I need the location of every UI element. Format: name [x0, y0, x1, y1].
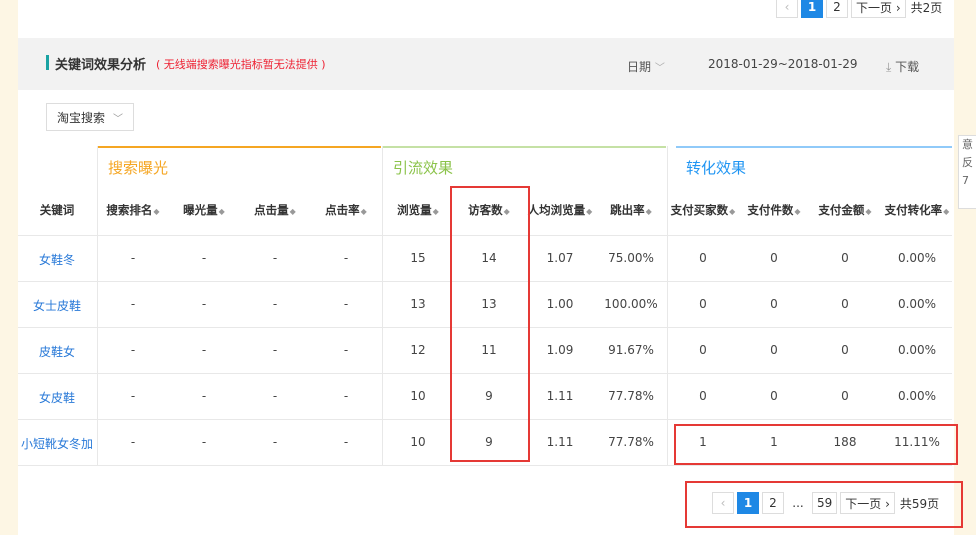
source-select[interactable]: 淘宝搜索 ﹀: [46, 103, 134, 131]
table-cell-pay-conversion: 0.00%: [897, 251, 937, 265]
column-header-label: 支付转化率: [884, 203, 943, 217]
table-cell-pay-conversion: 0.00%: [897, 389, 937, 403]
chevron-down-icon: ﹀: [654, 63, 665, 74]
pager-prev-button[interactable]: ‹: [712, 492, 734, 514]
pager-page-59[interactable]: 59: [812, 492, 838, 514]
top-pager: ‹ 1 2 下一页 › 共2页: [776, 0, 942, 18]
column-header-label: 关键词: [39, 203, 75, 217]
column-header-label: 跳出率: [610, 203, 645, 217]
column-header-pay-conversion[interactable]: 支付转化率◆: [872, 202, 962, 218]
group-traffic: 引流效果: [383, 146, 666, 186]
side-tab-text-2: 反: [962, 156, 973, 169]
chevron-down-icon: ﹀: [113, 113, 124, 125]
group-label: 搜索曝光: [108, 158, 169, 177]
sort-icon[interactable]: ◆: [219, 207, 225, 216]
source-select-value: 淘宝搜索: [57, 110, 106, 125]
sort-icon[interactable]: ◆: [646, 207, 652, 216]
download-label: 下载: [895, 60, 920, 74]
pager-page-1[interactable]: 1: [737, 492, 759, 514]
date-range-text: 2018-01-29~2018-01-29: [708, 57, 858, 71]
column-header-label: 点击量: [254, 203, 289, 217]
side-tab-text-3: 7: [962, 174, 969, 187]
table-cell-pay-conversion: 0.00%: [897, 343, 937, 357]
section-title: 关键词效果分析: [55, 58, 147, 73]
column-header-label: 浏览量: [397, 203, 432, 217]
pager-total: 共59页: [899, 496, 940, 511]
sort-icon[interactable]: ◆: [865, 207, 871, 216]
pager-next-button[interactable]: 下一页 ›: [840, 492, 895, 514]
top-pager-page-1[interactable]: 1: [801, 0, 823, 18]
bottom-pager: ‹ 1 2 ... 59 下一页 › 共59页: [712, 492, 939, 514]
sort-icon[interactable]: ◆: [290, 207, 296, 216]
table-divider: [18, 465, 952, 466]
section-note: ( 无线端搜索曝光指标暂无法提供 ): [156, 58, 326, 71]
title-accent-bar: [46, 55, 49, 70]
sort-icon[interactable]: ◆: [433, 207, 439, 216]
side-feedback-tab[interactable]: 意 反 7: [958, 135, 976, 209]
pager-page-2[interactable]: 2: [762, 492, 784, 514]
column-header-label: 点击率: [325, 203, 360, 217]
group-search-exposure: 搜索曝光: [98, 146, 381, 186]
column-header-label: 搜索排名: [106, 203, 153, 217]
sort-icon[interactable]: ◆: [943, 207, 949, 216]
top-pager-total: 共2页: [910, 0, 943, 15]
sort-icon[interactable]: ◆: [361, 207, 367, 216]
side-tab-text-1: 意: [962, 138, 973, 151]
group-label: 转化效果: [686, 158, 747, 177]
top-pager-prev-button[interactable]: ‹: [776, 0, 798, 18]
column-header-label: 支付件数: [747, 203, 794, 217]
group-label: 引流效果: [393, 158, 454, 177]
top-pager-page-2[interactable]: 2: [826, 0, 848, 18]
highlight-visitors-column: [450, 186, 530, 462]
top-pager-next-button[interactable]: 下一页 ›: [851, 0, 906, 18]
download-button[interactable]: ⤓ 下载: [886, 58, 919, 75]
column-header-label: 支付金额: [818, 203, 865, 217]
date-label: 日期: [627, 60, 652, 74]
column-header-label: 人均浏览量: [527, 203, 586, 217]
column-header-label: 支付买家数: [670, 203, 729, 217]
column-header-label: 曝光量: [183, 203, 218, 217]
download-icon: ⤓: [886, 60, 892, 74]
group-conversion: 转化效果: [676, 146, 952, 186]
table-cell-pay-conversion: 0.00%: [897, 297, 937, 311]
pager-ellipsis: ...: [792, 496, 804, 510]
highlight-conversion-row: [674, 424, 958, 465]
date-dropdown[interactable]: 日期 ﹀: [627, 58, 665, 75]
